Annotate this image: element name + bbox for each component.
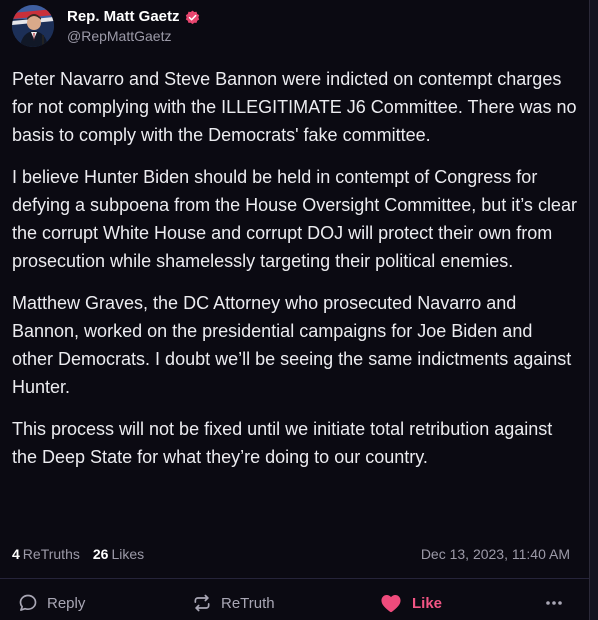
author-display-name[interactable]: Rep. Matt Gaetz: [67, 7, 200, 27]
ellipsis-icon: [544, 593, 564, 613]
author-names: Rep. Matt Gaetz @RepMattGaetz: [67, 7, 200, 45]
avatar[interactable]: [12, 5, 54, 47]
scrollbar-track: [589, 0, 598, 620]
post-stats: 4 ReTruths 26 Likes Dec 13, 2023, 11:40 …: [12, 544, 570, 564]
like-button[interactable]: Like: [380, 593, 442, 613]
post-paragraph: I believe Hunter Biden should be held in…: [12, 167, 577, 271]
post-paragraph: Matthew Graves, the DC Attorney who pros…: [12, 293, 572, 397]
post-header: Rep. Matt Gaetz @RepMattGaetz: [12, 4, 200, 48]
retruths-stat[interactable]: 4 ReTruths: [12, 546, 80, 562]
avatar-image: [12, 5, 54, 47]
likes-stat[interactable]: 26 Likes: [93, 546, 144, 562]
likes-label: Likes: [111, 546, 145, 562]
likes-count: 26: [92, 546, 109, 562]
retruth-label: ReTruth: [221, 594, 275, 612]
like-label: Like: [412, 594, 443, 612]
post-actions: Reply ReTruth Like: [0, 590, 590, 618]
retruth-button[interactable]: ReTruth: [192, 593, 275, 613]
reply-label: Reply: [47, 594, 86, 612]
more-options-button[interactable]: [544, 593, 564, 613]
speech-bubble-icon: [18, 593, 38, 613]
verified-badge-icon: [185, 10, 200, 25]
retruths-count: 4: [12, 546, 20, 562]
divider: [0, 578, 590, 579]
reply-button[interactable]: Reply: [18, 593, 85, 613]
heart-icon: [380, 593, 402, 613]
post-body: Peter Navarro and Steve Bannon were indi…: [12, 65, 577, 485]
post-card: Rep. Matt Gaetz @RepMattGaetz Peter Nava…: [0, 0, 590, 620]
post-paragraph: Peter Navarro and Steve Bannon were indi…: [12, 69, 577, 145]
retruths-label: ReTruths: [22, 546, 80, 562]
post-timestamp[interactable]: Dec 13, 2023, 11:40 AM: [421, 546, 570, 562]
author-display-name-text: Rep. Matt Gaetz: [67, 8, 180, 25]
repost-arrows-icon: [192, 593, 212, 613]
post-paragraph: This process will not be fixed until we …: [12, 419, 553, 467]
author-handle[interactable]: @RepMattGaetz: [67, 27, 200, 45]
